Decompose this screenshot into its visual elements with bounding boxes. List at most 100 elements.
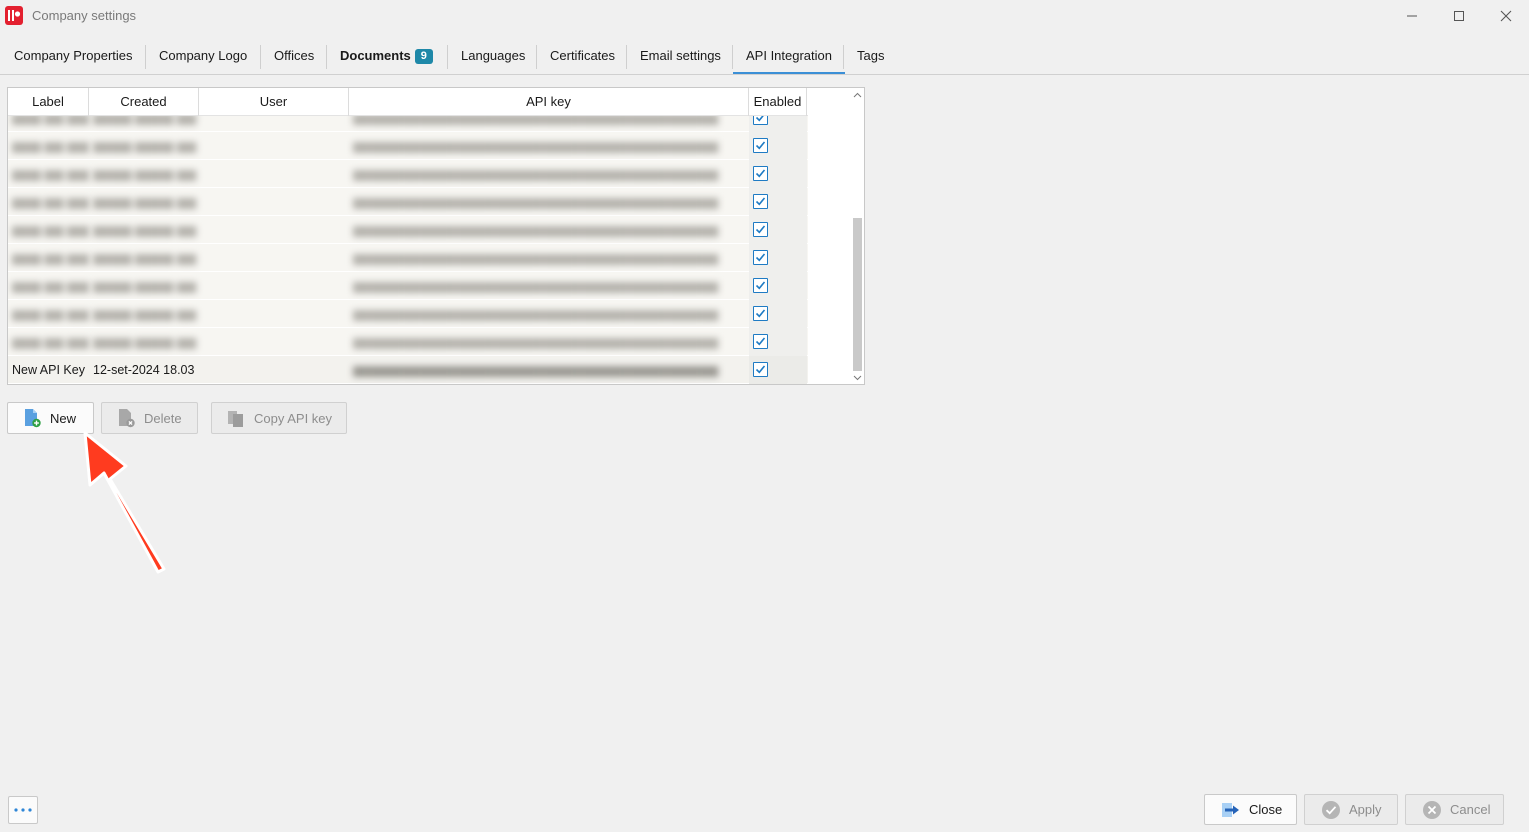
row-created-redacted: ▆▆▆▆ ▆▆▆▆ ▆▆	[93, 195, 197, 209]
row-label: New API Key	[12, 363, 85, 377]
tab-languages[interactable]: Languages	[448, 40, 538, 74]
row-user	[199, 300, 349, 328]
new-button-label: New	[50, 410, 77, 426]
copy-api-key-button[interactable]: Copy API key	[211, 402, 347, 434]
grid-rows: ▆▆▆ ▆▆ ▆▆▆ ▆▆▆▆ ▆▆▆▆ ▆▆ ▆▆▆▆▆▆▆▆▆▆▆▆▆▆▆▆▆▆…	[8, 116, 808, 384]
tab-company-logo[interactable]: Company Logo	[146, 40, 260, 74]
row-api-key-redacted: ▆▆▆▆▆▆▆▆▆▆▆▆▆▆▆▆▆▆▆▆▆▆▆▆▆▆▆▆▆▆▆▆▆▆▆▆▆▆	[353, 195, 719, 209]
row-enabled-cell	[749, 300, 807, 328]
row-api-key-redacted: ▆▆▆▆▆▆▆▆▆▆▆▆▆▆▆▆▆▆▆▆▆▆▆▆▆▆▆▆▆▆▆▆▆▆▆▆▆▆	[353, 167, 719, 181]
row-api-key-redacted: ▆▆▆▆▆▆▆▆▆▆▆▆▆▆▆▆▆▆▆▆▆▆▆▆▆▆▆▆▆▆▆▆▆▆▆▆▆▆	[353, 139, 719, 153]
check-icon	[755, 281, 766, 290]
column-header-api-key[interactable]: API key	[349, 88, 749, 116]
row-enabled-cell	[749, 216, 807, 244]
row-api-key-redacted: ▆▆▆▆▆▆▆▆▆▆▆▆▆▆▆▆▆▆▆▆▆▆▆▆▆▆▆▆▆▆▆▆▆▆▆▆▆▆	[353, 223, 719, 237]
row-user	[199, 188, 349, 216]
delete-button[interactable]: Delete	[101, 402, 198, 434]
new-document-icon	[25, 409, 41, 428]
window-title: Company settings	[32, 8, 137, 23]
exit-arrow-icon	[1222, 802, 1239, 817]
enabled-checkbox[interactable]	[753, 222, 768, 237]
enabled-checkbox[interactable]	[753, 278, 768, 293]
check-icon	[755, 225, 766, 234]
apply-button[interactable]: Apply	[1304, 794, 1398, 825]
row-api-key-redacted: ▆▆▆▆▆▆▆▆▆▆▆▆▆▆▆▆▆▆▆▆▆▆▆▆▆▆▆▆▆▆▆▆▆▆▆▆▆▆	[353, 307, 719, 321]
table-row-redacted[interactable]: ▆▆▆ ▆▆ ▆▆▆ ▆▆▆▆ ▆▆▆▆ ▆▆ ▆▆▆▆▆▆▆▆▆▆▆▆▆▆▆▆▆▆…	[8, 244, 808, 272]
grid-header: Label Created User API key Enabled	[8, 88, 808, 116]
table-row-redacted[interactable]: ▆▆▆ ▆▆ ▆▆▆ ▆▆▆▆ ▆▆▆▆ ▆▆ ▆▆▆▆▆▆▆▆▆▆▆▆▆▆▆▆▆▆…	[8, 300, 808, 328]
tab-certificates[interactable]: Certificates	[537, 40, 628, 74]
column-header-user[interactable]: User	[199, 88, 349, 116]
row-created-redacted: ▆▆▆▆ ▆▆▆▆ ▆▆	[93, 139, 197, 153]
enabled-checkbox[interactable]	[753, 194, 768, 209]
title-bar: Company settings	[0, 0, 1529, 32]
row-created-redacted: ▆▆▆▆ ▆▆▆▆ ▆▆	[93, 223, 197, 237]
delete-button-label: Delete	[144, 410, 182, 426]
ellipsis-icon	[14, 808, 32, 812]
apply-button-label: Apply	[1349, 802, 1382, 817]
table-row-redacted[interactable]: ▆▆▆ ▆▆ ▆▆▆ ▆▆▆▆ ▆▆▆▆ ▆▆ ▆▆▆▆▆▆▆▆▆▆▆▆▆▆▆▆▆▆…	[8, 132, 808, 160]
scroll-down-icon[interactable]	[851, 371, 864, 384]
row-label-redacted: ▆▆▆ ▆▆ ▆▆▆	[12, 279, 89, 293]
close-window-button[interactable]	[1483, 0, 1529, 32]
enabled-checkbox[interactable]	[753, 362, 768, 377]
row-label-redacted: ▆▆▆ ▆▆ ▆▆▆	[12, 167, 89, 181]
row-api-key-redacted: ▆▆▆▆▆▆▆▆▆▆▆▆▆▆▆▆▆▆▆▆▆▆▆▆▆▆▆▆▆▆▆▆▆▆▆▆▆▆	[353, 116, 719, 125]
checkmark-circle-icon	[1322, 800, 1340, 819]
row-enabled-cell	[749, 356, 807, 384]
row-label-redacted: ▆▆▆ ▆▆ ▆▆▆	[12, 139, 89, 153]
tab-tags[interactable]: Tags	[844, 40, 897, 74]
tab-offices[interactable]: Offices	[261, 40, 327, 74]
row-enabled-cell	[749, 116, 807, 132]
column-header-label[interactable]: Label	[8, 88, 89, 116]
row-user	[199, 132, 349, 160]
row-created: 12-set-2024 18.03	[93, 363, 195, 377]
row-label-redacted: ▆▆▆ ▆▆ ▆▆▆	[12, 335, 89, 349]
api-keys-grid[interactable]: Label Created User API key Enabled ▆▆▆ ▆…	[7, 87, 865, 385]
tab-email-settings[interactable]: Email settings	[627, 40, 734, 74]
tab-documents-label: Documents	[340, 48, 411, 63]
enabled-checkbox[interactable]	[753, 334, 768, 349]
check-icon	[755, 365, 766, 374]
enabled-checkbox[interactable]	[753, 138, 768, 153]
enabled-checkbox[interactable]	[753, 306, 768, 321]
row-api-key-redacted: ▆▆▆▆▆▆▆▆▆▆▆▆▆▆▆▆▆▆▆▆▆▆▆▆▆▆▆▆▆▆▆▆▆▆▆▆▆▆	[353, 251, 719, 265]
row-api-key-redacted: ▆▆▆▆▆▆▆▆▆▆▆▆▆▆▆▆▆▆▆▆▆▆▆▆▆▆▆▆▆▆▆▆▆▆▆▆▆▆	[353, 279, 719, 293]
enabled-checkbox[interactable]	[753, 250, 768, 265]
close-button[interactable]: Close	[1204, 794, 1297, 825]
more-options-button[interactable]	[8, 796, 38, 824]
enabled-checkbox[interactable]	[753, 116, 768, 125]
minimize-button[interactable]	[1389, 0, 1435, 32]
maximize-icon	[1454, 11, 1464, 21]
grid-scrollbar[interactable]	[851, 88, 864, 384]
table-row-redacted[interactable]: ▆▆▆ ▆▆ ▆▆▆ ▆▆▆▆ ▆▆▆▆ ▆▆ ▆▆▆▆▆▆▆▆▆▆▆▆▆▆▆▆▆▆…	[8, 160, 808, 188]
table-row-redacted[interactable]: ▆▆▆ ▆▆ ▆▆▆ ▆▆▆▆ ▆▆▆▆ ▆▆ ▆▆▆▆▆▆▆▆▆▆▆▆▆▆▆▆▆▆…	[8, 116, 808, 132]
row-label-redacted: ▆▆▆ ▆▆ ▆▆▆	[12, 251, 89, 265]
row-enabled-cell	[749, 160, 807, 188]
check-icon	[755, 309, 766, 318]
close-icon	[1500, 10, 1512, 22]
row-user	[199, 244, 349, 272]
cancel-button[interactable]: Cancel	[1405, 794, 1504, 825]
row-enabled-cell	[749, 188, 807, 216]
table-row-redacted[interactable]: ▆▆▆ ▆▆ ▆▆▆ ▆▆▆▆ ▆▆▆▆ ▆▆ ▆▆▆▆▆▆▆▆▆▆▆▆▆▆▆▆▆▆…	[8, 216, 808, 244]
column-header-enabled[interactable]: Enabled	[749, 88, 807, 116]
table-row-redacted[interactable]: ▆▆▆ ▆▆ ▆▆▆ ▆▆▆▆ ▆▆▆▆ ▆▆ ▆▆▆▆▆▆▆▆▆▆▆▆▆▆▆▆▆▆…	[8, 272, 808, 300]
tab-documents[interactable]: Documents 9	[327, 40, 446, 74]
tab-company-properties[interactable]: Company Properties	[1, 40, 146, 74]
row-label-redacted: ▆▆▆ ▆▆ ▆▆▆	[12, 116, 89, 125]
tab-api-integration[interactable]: API Integration	[733, 40, 845, 74]
column-header-created[interactable]: Created	[89, 88, 199, 116]
enabled-checkbox[interactable]	[753, 166, 768, 181]
table-row-redacted[interactable]: ▆▆▆ ▆▆ ▆▆▆ ▆▆▆▆ ▆▆▆▆ ▆▆ ▆▆▆▆▆▆▆▆▆▆▆▆▆▆▆▆▆▆…	[8, 328, 808, 356]
table-row-redacted[interactable]: ▆▆▆ ▆▆ ▆▆▆ ▆▆▆▆ ▆▆▆▆ ▆▆ ▆▆▆▆▆▆▆▆▆▆▆▆▆▆▆▆▆▆…	[8, 188, 808, 216]
maximize-button[interactable]	[1436, 0, 1482, 32]
table-row[interactable]: New API Key 12-set-2024 18.03 ▆▆▆▆▆▆▆▆▆▆…	[8, 356, 808, 384]
scroll-thumb[interactable]	[853, 218, 862, 371]
new-button[interactable]: New	[7, 402, 94, 434]
row-created-redacted: ▆▆▆▆ ▆▆▆▆ ▆▆	[93, 116, 197, 125]
check-icon	[755, 116, 764, 122]
row-user	[199, 160, 349, 188]
row-user	[199, 356, 349, 384]
scroll-up-icon[interactable]	[851, 88, 864, 101]
